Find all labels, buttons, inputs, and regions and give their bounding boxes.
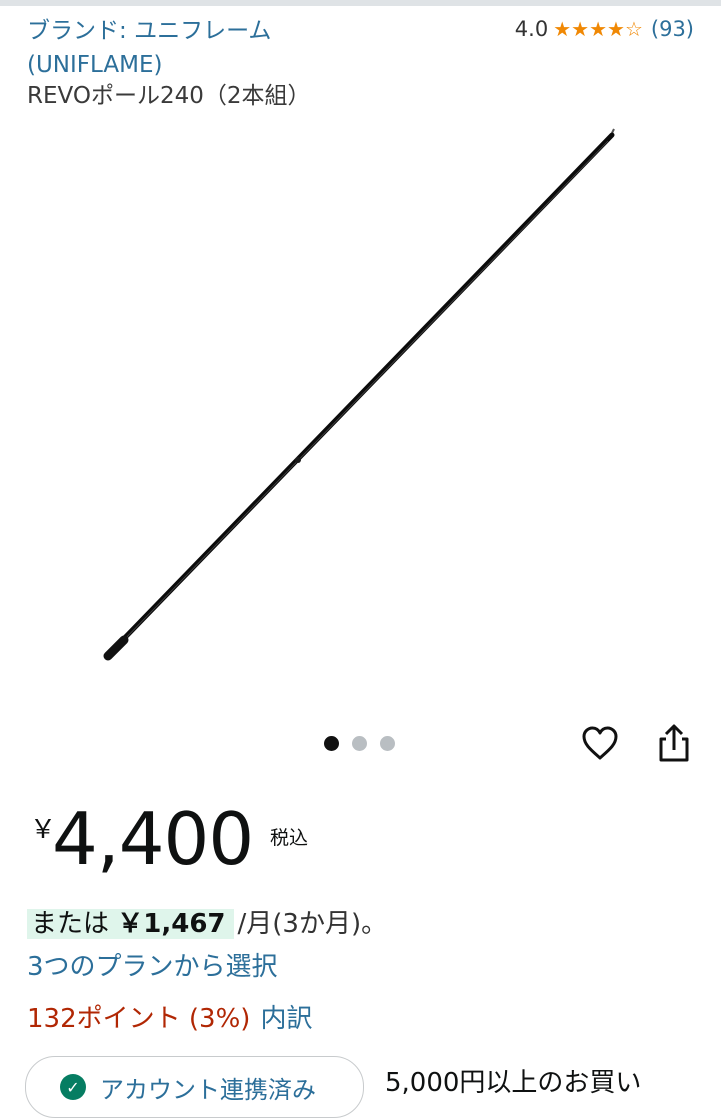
price-amount: 4,400 [52, 797, 254, 881]
rating-summary[interactable]: 4.0 ★ ★ ★ ★ ☆ (93) [515, 14, 694, 44]
rating-stars: ★ ★ ★ ★ ☆ [553, 19, 643, 39]
star-icon-2: ★ [571, 17, 590, 41]
points-value: 132ポイント (3%) [27, 1004, 251, 1034]
installment-term: /月(3か月)。 [237, 909, 388, 939]
pole-highlight [118, 140, 609, 646]
star-icon-4: ★ [607, 17, 625, 41]
account-linked-chip[interactable]: ✓ アカウント連携済み [25, 1056, 364, 1118]
brand-prefix: ブランド: [27, 18, 135, 44]
top-divider [0, 0, 721, 6]
points-breakdown-link[interactable]: 内訳 [260, 1004, 312, 1034]
free-shipping-text: 5,000円以上のお買い [385, 1068, 642, 1098]
heart-outline-icon[interactable] [580, 724, 620, 762]
product-title: REVOポール240（2本組） [27, 83, 311, 109]
carousel-dot-1[interactable] [324, 736, 339, 751]
points-info: 132ポイント (3%) 内訳 [27, 999, 312, 1039]
pole-joint [295, 457, 301, 463]
carousel-dot-2[interactable] [352, 736, 367, 751]
check-circle-icon: ✓ [60, 1074, 86, 1100]
installment-amount: ￥1,467 [117, 909, 226, 939]
star-icon-1: ★ [553, 17, 572, 41]
product-image[interactable] [60, 115, 660, 695]
share-icon[interactable] [654, 722, 694, 764]
pole-tip [611, 128, 615, 134]
carousel-dot-3[interactable] [380, 736, 395, 751]
review-count-link[interactable]: (93) [651, 17, 694, 41]
installment-highlight: または ￥1,467 [27, 909, 234, 939]
image-carousel-dots[interactable] [324, 736, 395, 751]
account-linked-label: アカウント連携済み [100, 1075, 316, 1104]
installment-prefix: または [31, 909, 118, 939]
pole-shaft [107, 132, 615, 656]
rating-value: 4.0 [514, 17, 549, 41]
star-icon-5: ☆ [624, 17, 643, 41]
choose-plan-link[interactable]: 3つのプランから選択 [27, 948, 278, 986]
star-icon-3: ★ [589, 17, 608, 41]
installment-info: または ￥1,467/月(3か月)。 [27, 905, 387, 943]
tax-included-label: 税込 [270, 827, 309, 849]
pole-end-cap [103, 635, 129, 661]
brand-link[interactable]: ブランド: ユニフレーム (UNIFLAME) [27, 14, 347, 82]
